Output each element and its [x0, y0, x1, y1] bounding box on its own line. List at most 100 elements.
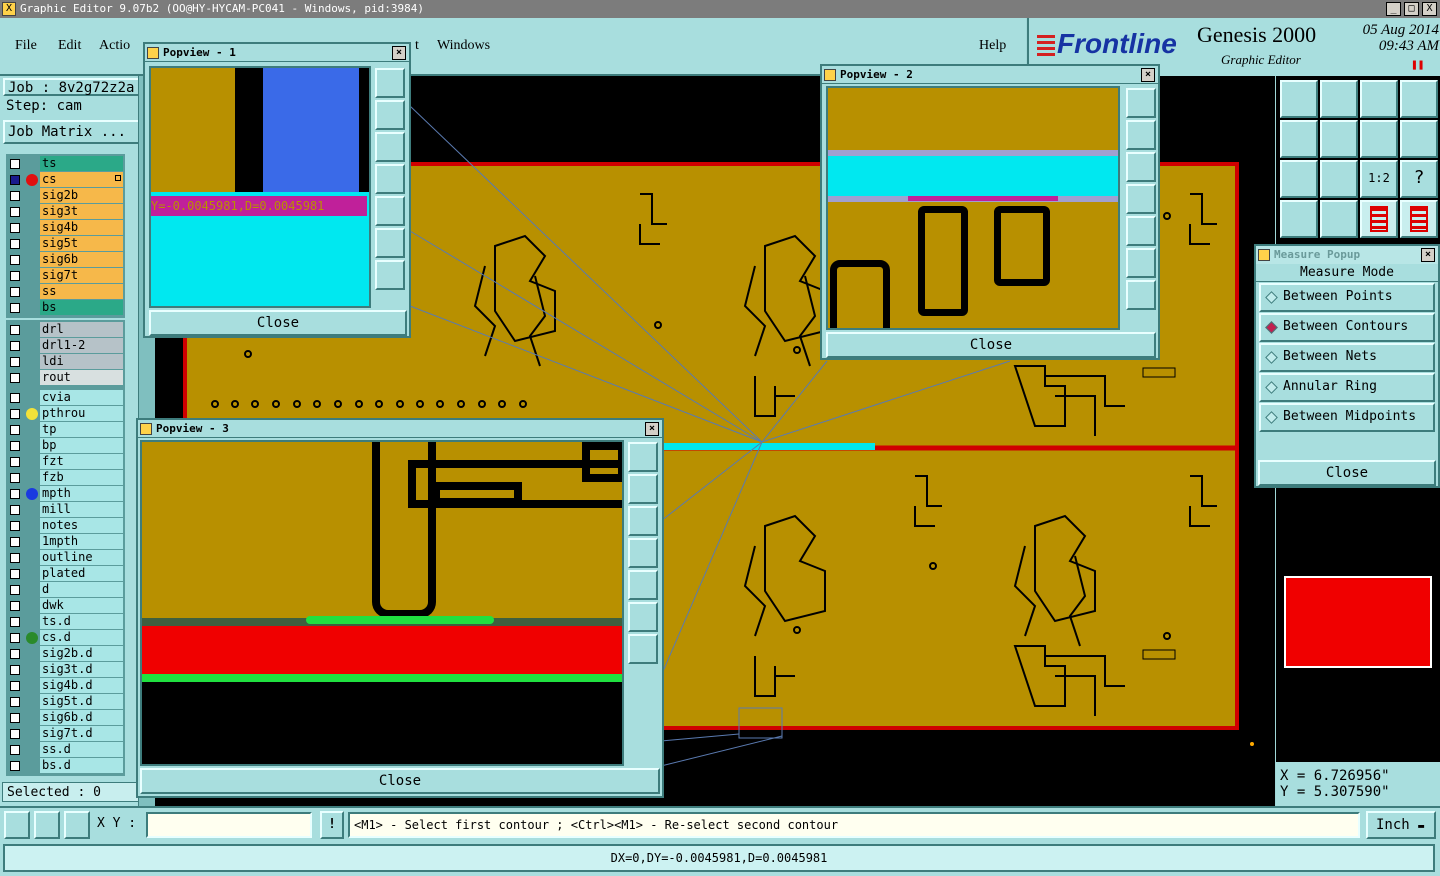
layer-row-fzb[interactable]: fzb — [6, 470, 125, 486]
layer-checkbox[interactable] — [10, 175, 20, 185]
layer-name[interactable]: cs — [40, 172, 123, 187]
help-icon[interactable]: ? — [1400, 160, 1438, 198]
measure-option-between-nets[interactable]: Between Nets — [1259, 343, 1435, 372]
popview-3-close-icon[interactable]: × — [645, 422, 659, 436]
menu-windows[interactable]: Windows — [437, 38, 490, 54]
layer-row-cs.d[interactable]: cs.d — [6, 630, 125, 646]
radio-diamond-icon[interactable] — [1265, 291, 1278, 304]
layer-name[interactable]: fzb — [40, 470, 123, 485]
layer-checkbox[interactable] — [10, 207, 20, 217]
layer-name[interactable]: sig7t — [40, 268, 123, 283]
popview-1-close-icon[interactable]: × — [392, 46, 406, 60]
layer-row-ts[interactable]: ts — [6, 156, 125, 172]
layer-name[interactable]: drl — [40, 322, 123, 337]
zoom-home-icon[interactable] — [1280, 80, 1318, 118]
layer-name[interactable]: cvia — [40, 390, 123, 405]
pv1-center-icon[interactable] — [375, 260, 405, 290]
radio-diamond-icon[interactable] — [1265, 321, 1278, 334]
pv2-left-icon[interactable] — [1126, 184, 1156, 214]
radio-diamond-icon[interactable] — [1265, 411, 1278, 424]
close-window-button[interactable]: X — [1422, 2, 1437, 16]
measure-popup[interactable]: Measure Popup × Measure Mode Between Poi… — [1254, 244, 1440, 488]
pv2-center-icon[interactable] — [1126, 280, 1156, 310]
layer-checkbox[interactable] — [10, 287, 20, 297]
layer-name[interactable]: bs — [40, 300, 123, 315]
layer-name[interactable]: 1mpth — [40, 534, 123, 549]
layer-checkbox[interactable] — [10, 357, 20, 367]
layer-checkbox[interactable] — [10, 537, 20, 547]
layer-checkbox[interactable] — [10, 617, 20, 627]
layer-checkbox[interactable] — [10, 373, 20, 383]
popview-1-close-button[interactable]: Close — [149, 310, 407, 336]
layer-row-mpth[interactable]: mpth — [6, 486, 125, 502]
layer-row-ss.d[interactable]: ss.d — [6, 742, 125, 758]
layer-row-drl1-2[interactable]: drl1-2 — [6, 338, 125, 354]
layer-row-sig3t[interactable]: sig3t — [6, 204, 125, 220]
layer-row-sig4b[interactable]: sig4b — [6, 220, 125, 236]
pv1-zoom-icon[interactable] — [375, 68, 405, 98]
layer-checkbox[interactable] — [10, 489, 20, 499]
pv3-center-icon[interactable] — [628, 634, 658, 664]
pv3-up-icon[interactable] — [628, 474, 658, 504]
pan-left-icon[interactable] — [1280, 120, 1318, 158]
layer-checkbox[interactable] — [10, 425, 20, 435]
grid-icon[interactable] — [1320, 200, 1358, 238]
layer-row-bs.d[interactable]: bs.d — [6, 758, 125, 774]
layer-row-ss[interactable]: ss — [6, 284, 125, 300]
layer-name[interactable]: ldi — [40, 354, 123, 369]
measure-close-button[interactable]: Close — [1258, 460, 1436, 486]
radio-diamond-icon[interactable] — [1265, 351, 1278, 364]
layer-checkbox[interactable] — [10, 441, 20, 451]
layer-row-d[interactable]: d — [6, 582, 125, 598]
pv3-right-icon[interactable] — [628, 570, 658, 600]
units-select[interactable]: Inch ▬ — [1366, 811, 1436, 839]
pv1-up-icon[interactable] — [375, 100, 405, 130]
layer-row-cvia[interactable]: cvia — [6, 390, 125, 406]
xy-input[interactable] — [146, 812, 312, 838]
pan-right-icon[interactable] — [1320, 120, 1358, 158]
layer-row-sig2b.d[interactable]: sig2b.d — [6, 646, 125, 662]
layer-checkbox[interactable] — [10, 713, 20, 723]
layer-row-sig7t[interactable]: sig7t — [6, 268, 125, 284]
layer-name[interactable]: rout — [40, 370, 123, 385]
measure-title-bar[interactable]: Measure Popup × — [1256, 246, 1438, 264]
layer-row-bs[interactable]: bs — [6, 300, 125, 316]
layer-checkbox[interactable] — [10, 745, 20, 755]
grid-icon[interactable] — [64, 811, 90, 839]
layer-checkbox[interactable] — [10, 697, 20, 707]
mirror-icon[interactable] — [1400, 120, 1438, 158]
layer-checkbox[interactable] — [10, 255, 20, 265]
pv1-left-icon[interactable] — [375, 164, 405, 194]
layer-name[interactable]: sig3t — [40, 204, 123, 219]
popview-3-window[interactable]: Popview - 3 × Close — [136, 418, 664, 798]
layer-row-sig4b.d[interactable]: sig4b.d — [6, 678, 125, 694]
job-matrix-button[interactable]: Job Matrix ... — [3, 120, 140, 144]
popview-3-close-button[interactable]: Close — [140, 768, 660, 794]
popview-1-view[interactable]: Y=-0.0045981,D=0.0045981 — [149, 66, 371, 308]
settings-icon[interactable] — [1280, 200, 1318, 238]
measure-option-annular-ring[interactable]: Annular Ring — [1259, 373, 1435, 402]
layer-name[interactable]: fzt — [40, 454, 123, 469]
layer-checkbox[interactable] — [10, 633, 20, 643]
layer-checkbox[interactable] — [10, 191, 20, 201]
layer-row-rout[interactable]: rout — [6, 370, 125, 386]
pv2-up-icon[interactable] — [1126, 120, 1156, 150]
layer-name[interactable]: sig4b — [40, 220, 123, 235]
layer-checkbox[interactable] — [10, 159, 20, 169]
pv2-fit-icon[interactable] — [1126, 248, 1156, 278]
layer-name[interactable]: sig5t.d — [40, 694, 123, 709]
pv3-left-icon[interactable] — [628, 538, 658, 568]
layer-name[interactable]: sig6b.d — [40, 710, 123, 725]
popview-2-close-icon[interactable]: × — [1141, 68, 1155, 82]
maximize-button[interactable]: □ — [1404, 2, 1419, 16]
measure-option-between-contours[interactable]: Between Contours — [1259, 313, 1435, 342]
layer-name[interactable]: sig6b — [40, 252, 123, 267]
layer-name[interactable]: sig3t.d — [40, 662, 123, 677]
layer-checkbox[interactable] — [10, 325, 20, 335]
layer-checkbox[interactable] — [10, 393, 20, 403]
layer-name[interactable]: plated — [40, 566, 123, 581]
layer-checkbox[interactable] — [10, 553, 20, 563]
layer-name[interactable]: dwk — [40, 598, 123, 613]
layer-checkbox[interactable] — [10, 457, 20, 467]
layer-name[interactable]: mill — [40, 502, 123, 517]
